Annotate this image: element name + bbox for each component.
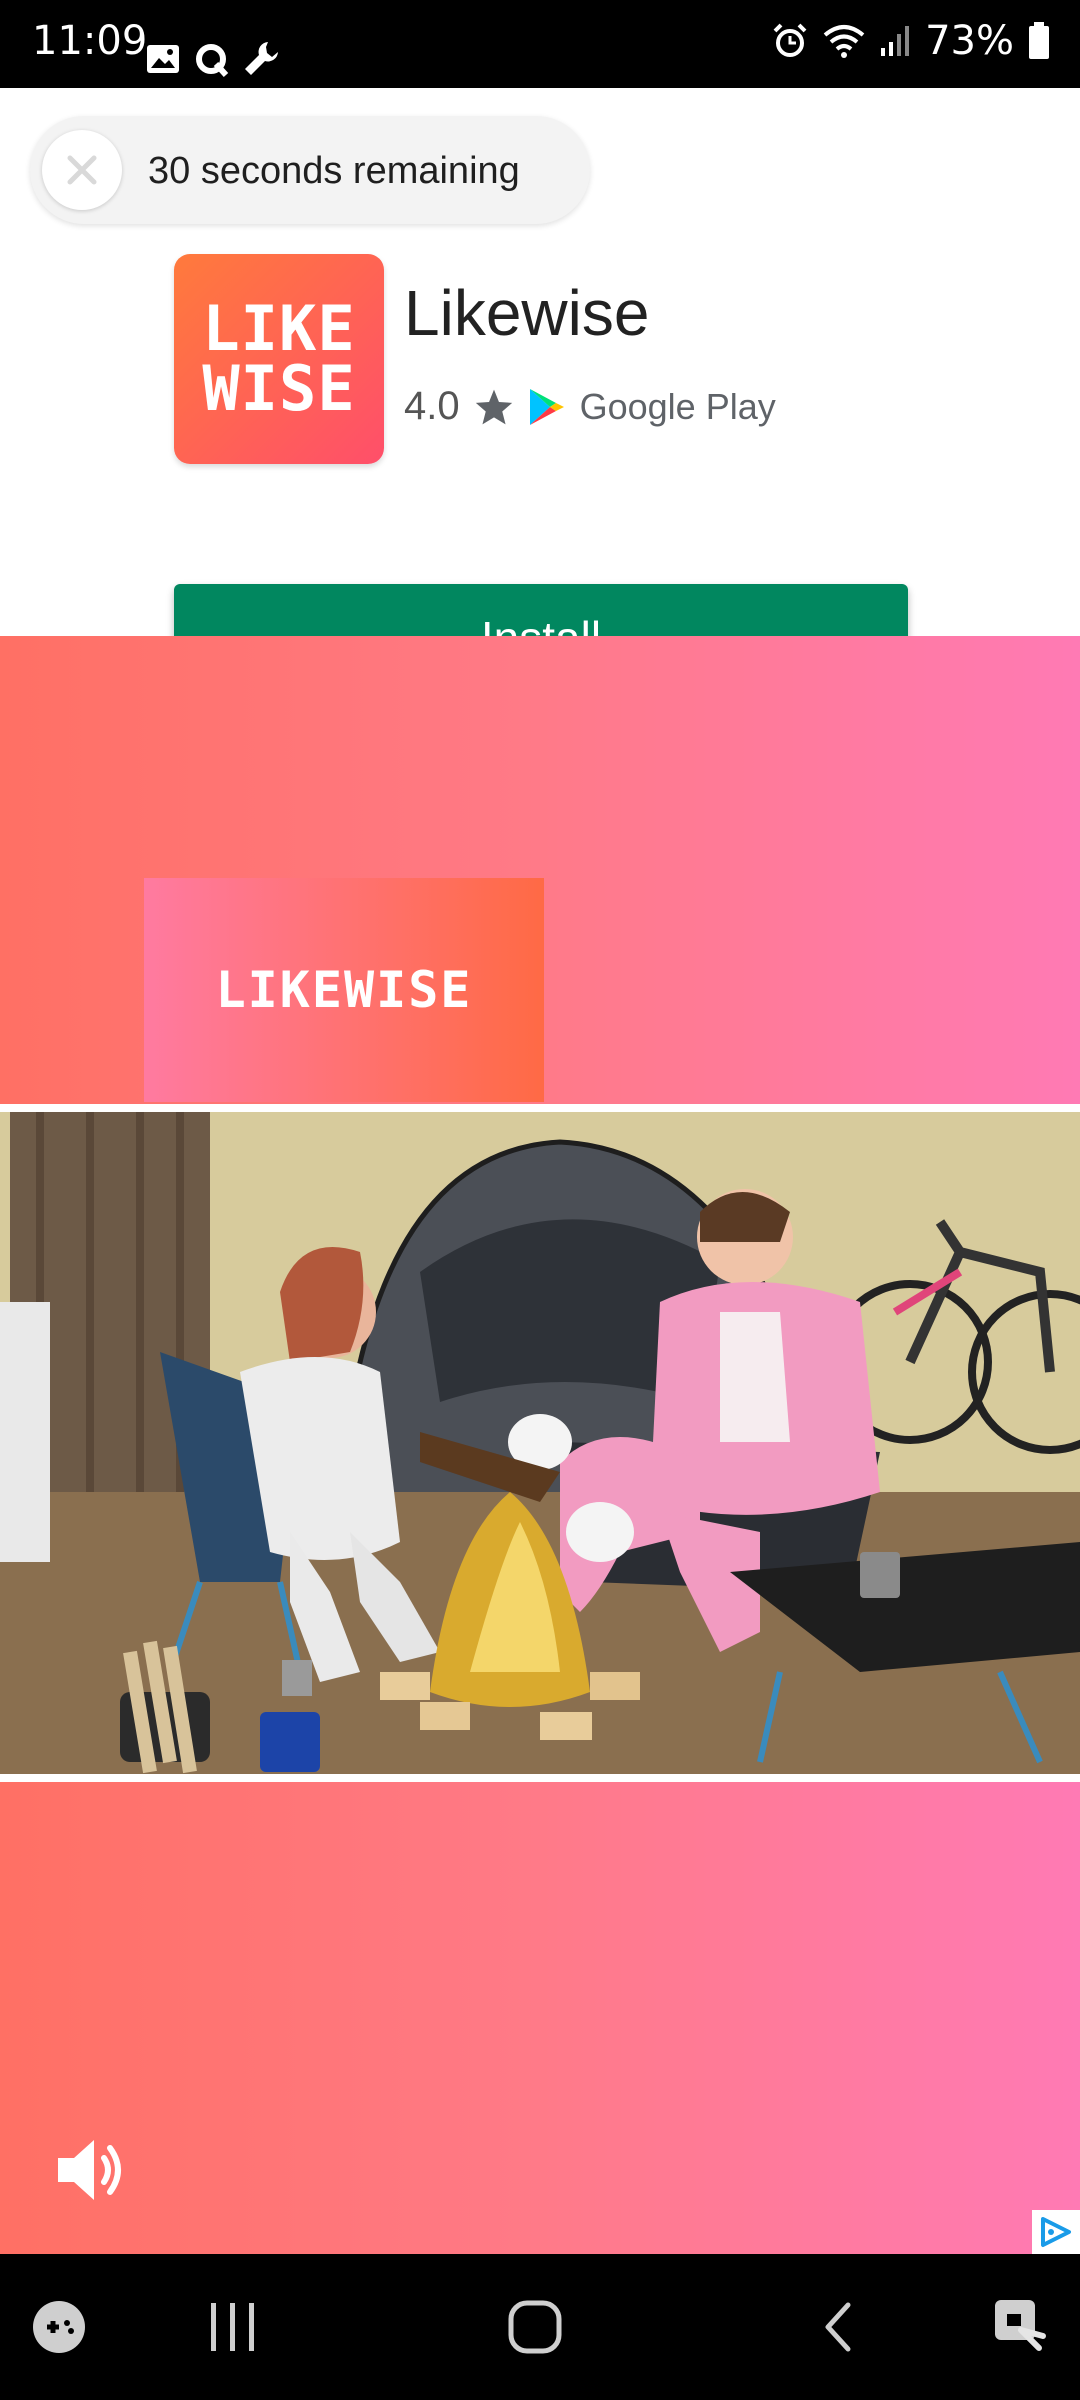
back-icon [825, 2302, 851, 2352]
app-icon-line-1: LIKE [202, 292, 356, 365]
battery-icon [1029, 22, 1049, 59]
status-right: 73% [771, 18, 1050, 64]
back-button[interactable] [804, 2292, 874, 2362]
camping-scene-image [0, 1112, 1080, 1774]
countdown-pill: 30 seconds remaining [30, 116, 590, 224]
volume-icon[interactable] [50, 2130, 130, 2210]
recent-apps-button[interactable] [198, 2292, 268, 2362]
app-name[interactable]: Likewise [404, 276, 649, 350]
rating-row: 4.0 Google Play [404, 384, 776, 429]
close-button[interactable] [42, 130, 122, 210]
store-label: Google Play [579, 385, 776, 427]
app-icon-line-2: WISE [202, 352, 356, 425]
navigation-bar [0, 2254, 1080, 2400]
status-bar: 11:09 73% [0, 0, 1080, 88]
wrench-icon [245, 42, 278, 75]
adchoices-icon [1041, 2217, 1071, 2247]
countdown-text: 30 seconds remaining [148, 150, 520, 192]
brand-card-text: LIKEWISE [215, 961, 473, 1019]
google-play-icon [529, 388, 564, 425]
video-frame [0, 1104, 1080, 1782]
alarm-icon [773, 23, 807, 57]
screen-lock-button[interactable] [986, 2292, 1056, 2362]
status-time: 11:09 [32, 18, 148, 64]
app-icon[interactable]: LIKE WISE [174, 254, 384, 464]
brand-card: LIKEWISE [144, 878, 544, 1102]
game-tools-icon [33, 2301, 85, 2353]
close-icon [67, 155, 97, 185]
q-icon [196, 44, 229, 78]
ad-video[interactable]: LIKEWISE [0, 636, 1080, 2254]
adchoices-badge[interactable] [1032, 2210, 1080, 2254]
screen-lock-icon [995, 2300, 1046, 2351]
ad-header: 30 seconds remaining LIKE WISE Likewise … [0, 88, 1080, 692]
signal-icon [881, 26, 910, 56]
gallery-icon [147, 45, 179, 73]
rating-value: 4.0 [404, 384, 460, 428]
recent-apps-icon [211, 2303, 254, 2351]
battery-percent: 73% [925, 18, 1014, 64]
home-icon [508, 2300, 562, 2354]
star-icon [475, 389, 512, 424]
home-button[interactable] [500, 2292, 570, 2362]
wifi-icon [823, 25, 865, 58]
game-tools-button[interactable] [24, 2292, 94, 2362]
